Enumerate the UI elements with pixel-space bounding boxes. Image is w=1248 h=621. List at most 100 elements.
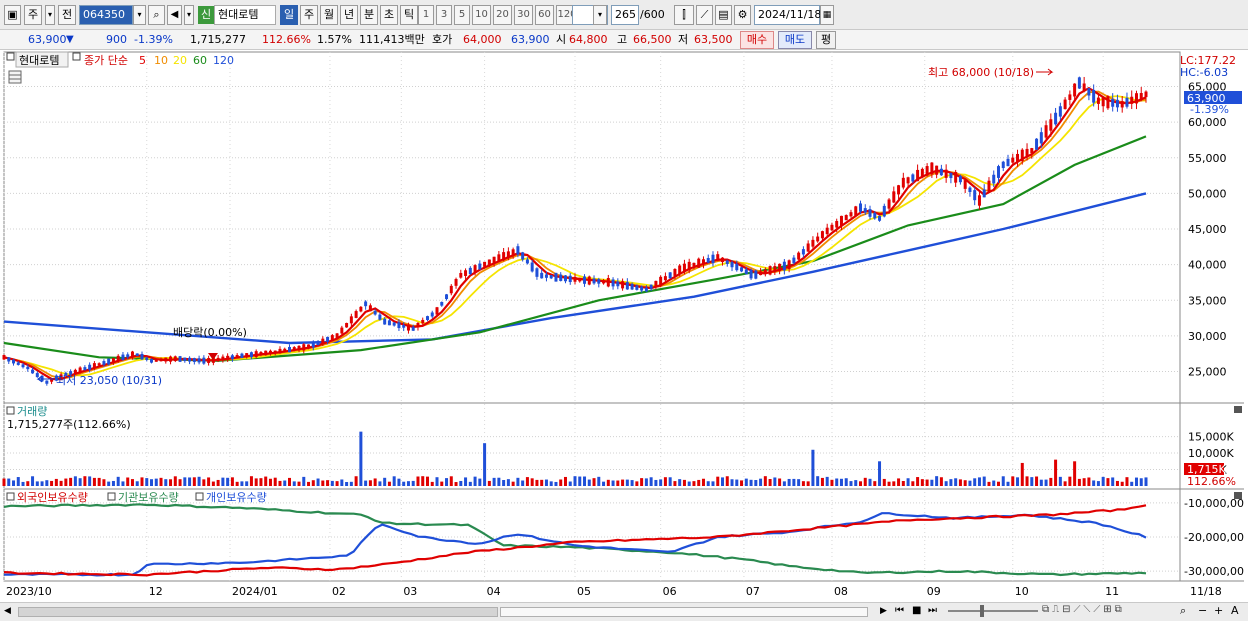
volume-bar xyxy=(1144,477,1148,486)
candle-body xyxy=(154,358,158,362)
zoom-slider-handle[interactable] xyxy=(980,605,984,617)
interval-tab-3[interactable]: 10 xyxy=(472,5,491,25)
down-arrow-icon: ▼ xyxy=(66,34,74,45)
draw-tool-icon[interactable]: ⟋ xyxy=(696,5,713,25)
candle-body xyxy=(92,363,96,369)
period-tab-4[interactable]: 분 xyxy=(360,5,378,25)
save-icon[interactable]: ▤ xyxy=(715,5,732,25)
volume-bar xyxy=(954,478,958,486)
candle-body xyxy=(977,195,981,206)
count-max: /600 xyxy=(640,8,665,21)
table-icon[interactable] xyxy=(8,70,22,84)
rewind-icon[interactable]: ⏮ xyxy=(895,605,904,616)
font-size-icon[interactable]: A xyxy=(1231,604,1239,617)
zoom-slider[interactable] xyxy=(948,610,1038,612)
sound-icon[interactable]: ◀ xyxy=(167,5,182,25)
low-label: 저 xyxy=(678,33,689,46)
candle-body xyxy=(682,263,686,272)
stop-icon[interactable]: ■ xyxy=(912,605,921,616)
candle-body xyxy=(502,252,506,261)
interval-tab-0[interactable]: 1 xyxy=(418,5,434,25)
volume-bar xyxy=(169,479,173,486)
period-tab-0[interactable]: 일 xyxy=(280,5,298,25)
candle-body xyxy=(859,203,862,212)
candle-body xyxy=(925,166,929,176)
volume-bar xyxy=(468,481,472,486)
volume-bar xyxy=(164,479,168,486)
sound-dropdown-icon[interactable]: ▾ xyxy=(184,5,194,25)
volume-bar xyxy=(221,477,225,486)
volume-bar xyxy=(930,479,934,486)
minus-icon[interactable]: − xyxy=(1198,604,1207,617)
volume-bar xyxy=(730,479,734,486)
plus-icon[interactable]: + xyxy=(1214,604,1223,617)
volume-bar xyxy=(887,481,891,486)
search-icon[interactable]: ⌕ xyxy=(148,5,165,25)
date-input[interactable]: 2024/11/18 xyxy=(754,5,821,25)
volume-bar xyxy=(297,481,301,486)
forward-icon[interactable]: ⏭ xyxy=(928,605,937,616)
x-axis-label: 2024/01 xyxy=(232,585,278,598)
candle-type-icon[interactable]: ⫿ xyxy=(674,5,694,25)
x-axis-label: 2023/10 xyxy=(6,585,52,598)
candle-body xyxy=(597,279,601,284)
scroll-track[interactable] xyxy=(18,607,498,617)
volume-close-icon[interactable] xyxy=(1234,406,1242,413)
open-value: 64,800 xyxy=(569,33,608,46)
interval-tab-4[interactable]: 20 xyxy=(493,5,512,25)
volume-bar xyxy=(59,480,63,486)
interval-tab-2[interactable]: 5 xyxy=(454,5,470,25)
market-dropdown-icon[interactable]: ▾ xyxy=(45,5,55,25)
market-select[interactable]: 주 xyxy=(24,5,42,25)
candle-body xyxy=(654,280,658,287)
sell-button[interactable]: 매도 xyxy=(778,31,812,49)
interval-tab-6[interactable]: 60 xyxy=(535,5,554,25)
zoom-out-icon[interactable]: ⌕ xyxy=(1180,604,1186,618)
period-tab-3[interactable]: 년 xyxy=(340,5,358,25)
interval-dropdown-icon[interactable]: ▾ xyxy=(593,5,607,25)
candle-body xyxy=(801,249,805,255)
high-value: 66,500 xyxy=(633,33,672,46)
candle-body xyxy=(425,316,429,321)
volume-bar xyxy=(411,480,415,486)
volume-bar xyxy=(592,478,596,486)
calendar-icon[interactable]: ▦ xyxy=(820,5,834,25)
market2-select[interactable]: 전 xyxy=(58,5,76,25)
volume-bar xyxy=(435,477,439,486)
window-icon[interactable]: ▣ xyxy=(4,5,21,25)
candle-body xyxy=(221,356,225,361)
interval-tab-1[interactable]: 3 xyxy=(436,5,452,25)
volume-bar xyxy=(102,479,106,486)
code-dropdown-icon[interactable]: ▾ xyxy=(133,5,146,25)
stock-name-field[interactable]: 현대로템 xyxy=(214,5,276,25)
volume-bar xyxy=(235,481,239,486)
settings-icon[interactable]: ⚙ xyxy=(734,5,751,25)
drawing-tools-icon[interactable]: ⧉⎍⊟⟋⟍⟋⊞⧉ xyxy=(1042,604,1125,615)
buy-button[interactable]: 매수 xyxy=(740,31,774,49)
volume-bar xyxy=(397,478,401,486)
volume-bar xyxy=(668,477,672,486)
period-tab-6[interactable]: 틱 xyxy=(400,5,418,25)
period-tab-2[interactable]: 월 xyxy=(320,5,338,25)
scroll-thumb[interactable] xyxy=(500,607,868,617)
volume-bar xyxy=(459,480,463,486)
candle-body xyxy=(892,191,896,203)
period-tab-5[interactable]: 초 xyxy=(380,5,398,25)
volume-bar xyxy=(150,479,154,486)
candle-body xyxy=(825,227,829,235)
scroll-left-icon[interactable]: ◀ xyxy=(4,606,11,616)
code-input[interactable]: 064350 xyxy=(79,5,133,25)
candle-body xyxy=(996,166,1000,178)
candle-body xyxy=(930,162,934,175)
count-input[interactable]: 265 xyxy=(611,5,639,25)
eval-button[interactable]: 평 xyxy=(816,31,836,49)
period-tab-1[interactable]: 주 xyxy=(300,5,318,25)
holding-close-icon[interactable] xyxy=(1234,492,1242,499)
scroll-right-icon[interactable]: ▶ xyxy=(880,606,887,616)
candle-body xyxy=(668,272,672,279)
candle-body xyxy=(602,280,606,284)
candle-body xyxy=(549,275,553,279)
interval-tab-5[interactable]: 30 xyxy=(514,5,533,25)
volume-bar xyxy=(540,479,544,486)
candle-body xyxy=(521,252,525,260)
